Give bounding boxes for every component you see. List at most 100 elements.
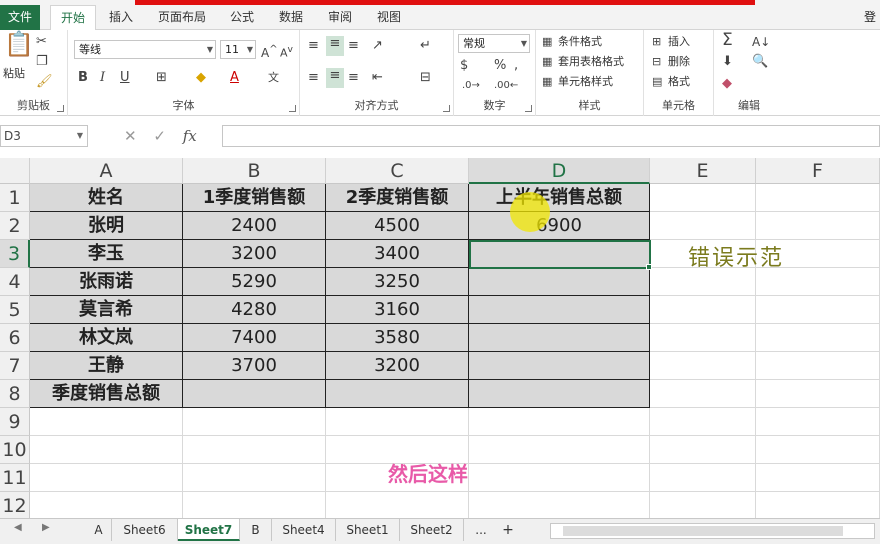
cell-f9[interactable] — [756, 408, 880, 436]
cell-b11[interactable] — [183, 464, 326, 492]
cell-d10[interactable] — [469, 436, 650, 464]
cell-b2[interactable]: 2400 — [183, 212, 326, 240]
cell-a10[interactable] — [30, 436, 183, 464]
cell-c12[interactable] — [326, 492, 469, 518]
insert-function-button[interactable]: fx — [183, 127, 197, 145]
cell-a9[interactable] — [30, 408, 183, 436]
cell-c1[interactable]: 2季度销售额 — [326, 184, 469, 212]
paste-label[interactable]: 粘贴 — [3, 66, 25, 82]
cell-styles-button[interactable]: 单元格样式 — [558, 74, 613, 90]
tab-data[interactable]: 数据 — [279, 8, 303, 26]
sheet-tab-sheet1[interactable]: Sheet1 — [336, 519, 400, 541]
row-header-11[interactable]: 11 — [0, 464, 30, 492]
conditional-formatting-icon[interactable]: ▦ — [542, 34, 552, 50]
tab-insert[interactable]: 插入 — [109, 8, 133, 26]
delete-cells-icon[interactable]: ⊟ — [652, 54, 661, 70]
cell-b7[interactable]: 3700 — [183, 352, 326, 380]
cell-c6[interactable]: 3580 — [326, 324, 469, 352]
cell-a2[interactable]: 张明 — [30, 212, 183, 240]
sheet-tab-sheet6[interactable]: Sheet6 — [112, 519, 178, 541]
autosum-icon[interactable]: Σ — [722, 32, 733, 49]
cell-a3[interactable]: 李玉 — [30, 240, 183, 268]
cell-d4[interactable] — [469, 268, 650, 296]
cell-b3[interactable]: 3200 — [183, 240, 326, 268]
tab-home[interactable]: 开始 — [50, 5, 97, 31]
scrollbar-thumb[interactable] — [563, 526, 843, 536]
cell-e9[interactable] — [650, 408, 756, 436]
row-header-1[interactable]: 1 — [0, 184, 30, 212]
align-right-icon[interactable]: ≡ — [348, 70, 359, 86]
cell-d5[interactable] — [469, 296, 650, 324]
cell-f11[interactable] — [756, 464, 880, 492]
format-cells-button[interactable]: 格式 — [668, 74, 690, 90]
cell-styles-icon[interactable]: ▦ — [542, 74, 552, 90]
cell-c8[interactable] — [326, 380, 469, 408]
copy-icon[interactable]: ❐ — [36, 54, 48, 70]
font-size-select[interactable]: 11 ▼ — [220, 40, 256, 59]
format-as-table-button[interactable]: 套用表格格式 — [558, 54, 624, 70]
next-sheet-icon[interactable]: ▶ — [42, 522, 50, 533]
cell-c7[interactable]: 3200 — [326, 352, 469, 380]
cell-c5[interactable]: 3160 — [326, 296, 469, 324]
sheet-tab-sheet4[interactable]: Sheet4 — [272, 519, 336, 541]
cell-e10[interactable] — [650, 436, 756, 464]
merge-center-icon[interactable]: ⊟ — [420, 70, 431, 86]
grow-font-icon[interactable]: A^ — [261, 42, 278, 61]
cell-b5[interactable]: 4280 — [183, 296, 326, 324]
cell-c4[interactable]: 3250 — [326, 268, 469, 296]
bold-button[interactable]: B — [78, 70, 88, 86]
add-sheet-button[interactable]: + — [498, 519, 518, 541]
cell-a12[interactable] — [30, 492, 183, 518]
sheet-tab-sheet7[interactable]: Sheet7 — [178, 519, 240, 541]
decrease-decimal-icon[interactable]: .00← — [494, 78, 518, 94]
cell-f4[interactable] — [756, 268, 880, 296]
cell-b6[interactable]: 7400 — [183, 324, 326, 352]
cell-c9[interactable] — [326, 408, 469, 436]
cell-d6[interactable] — [469, 324, 650, 352]
column-header-e[interactable]: E — [650, 158, 756, 184]
cell-e11[interactable] — [650, 464, 756, 492]
font-launcher-icon[interactable] — [289, 105, 296, 112]
cell-f5[interactable] — [756, 296, 880, 324]
comma-style-button[interactable]: , — [514, 58, 518, 74]
cell-b1[interactable]: 1季度销售额 — [183, 184, 326, 212]
align-bottom-icon[interactable]: ≡ — [348, 38, 359, 54]
cut-icon[interactable]: ✂ — [36, 34, 47, 50]
cell-d7[interactable] — [469, 352, 650, 380]
tab-view[interactable]: 视图 — [377, 8, 401, 26]
align-middle-icon[interactable]: ≡ — [326, 36, 344, 56]
select-all-corner[interactable] — [0, 158, 30, 184]
format-painter-icon[interactable]: 🖌 — [36, 74, 53, 90]
font-color-button[interactable]: A — [230, 70, 239, 86]
row-header-5[interactable]: 5 — [0, 296, 30, 324]
italic-button[interactable]: I — [100, 70, 105, 86]
horizontal-scrollbar[interactable] — [550, 523, 875, 539]
cell-e8[interactable] — [650, 380, 756, 408]
tab-page-layout[interactable]: 页面布局 — [158, 8, 206, 26]
column-header-a[interactable]: A — [30, 158, 183, 184]
clipboard-launcher-icon[interactable] — [57, 105, 64, 112]
cell-d8[interactable] — [469, 380, 650, 408]
cell-a7[interactable]: 王静 — [30, 352, 183, 380]
cell-e12[interactable] — [650, 492, 756, 518]
phonetic-icon[interactable]: 文 — [268, 70, 279, 86]
fill-icon[interactable]: ⬇ — [722, 54, 733, 70]
sheet-tab-a[interactable]: A — [86, 519, 112, 541]
tab-formulas[interactable]: 公式 — [230, 8, 254, 26]
cell-a6[interactable]: 林文岚 — [30, 324, 183, 352]
number-format-select[interactable]: 常规 ▼ — [458, 34, 530, 53]
cell-f6[interactable] — [756, 324, 880, 352]
wrap-text-icon[interactable]: ↵ — [420, 38, 431, 54]
find-select-icon[interactable]: 🔍 — [752, 54, 768, 70]
column-header-f[interactable]: F — [756, 158, 880, 184]
align-left-icon[interactable]: ≡ — [308, 70, 319, 86]
row-header-4[interactable]: 4 — [0, 268, 30, 296]
cell-f10[interactable] — [756, 436, 880, 464]
row-header-7[interactable]: 7 — [0, 352, 30, 380]
align-top-icon[interactable]: ≡ — [308, 38, 319, 54]
increase-decimal-icon[interactable]: .0→ — [462, 78, 480, 94]
font-name-select[interactable]: 等线 ▼ — [74, 40, 216, 59]
row-header-12[interactable]: 12 — [0, 492, 30, 518]
cell-d1[interactable]: 上半年销售总额 — [469, 184, 650, 212]
alignment-launcher-icon[interactable] — [443, 105, 450, 112]
